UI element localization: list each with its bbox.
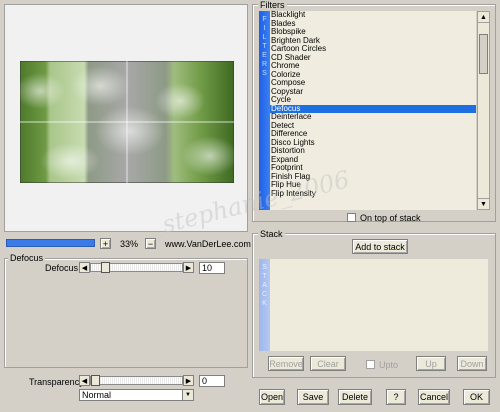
on-top-label: On top of stack — [360, 213, 421, 223]
filters-group-title: Filters — [258, 0, 287, 10]
strip-letter: A — [262, 282, 267, 289]
open-button[interactable]: Open — [259, 389, 285, 405]
defocus-slider-thumb[interactable] — [101, 262, 110, 273]
strip-letter: T — [262, 43, 267, 50]
down-button[interactable]: Down — [457, 356, 487, 371]
on-top-checkbox[interactable] — [347, 213, 356, 222]
defocus-slider[interactable] — [90, 262, 183, 273]
strip-letter: L — [262, 34, 267, 41]
upto-label: Upto — [379, 360, 399, 370]
defocus-increase-button[interactable]: ▶ — [183, 262, 194, 273]
chevron-down-icon[interactable]: ▼ — [182, 390, 193, 400]
zoom-in-button[interactable]: + — [100, 238, 111, 249]
transparency-increase-button[interactable]: ▶ — [183, 375, 194, 386]
transparency-slider-thumb[interactable] — [91, 375, 100, 386]
save-button[interactable]: Save — [297, 389, 329, 405]
filter-list-item[interactable]: Copystar — [270, 87, 476, 97]
filters-list[interactable]: Blacklight Blades Blobspike Brighten Dark Ca… — [270, 11, 476, 210]
defocus-decrease-button[interactable]: ◀ — [79, 262, 90, 273]
up-button[interactable]: Up — [416, 356, 446, 371]
strip-letter: R — [261, 61, 268, 68]
scroll-up-arrow[interactable]: ▲ — [478, 12, 489, 23]
clear-button[interactable]: Clear — [310, 356, 346, 371]
filter-list-item[interactable]: Cycle — [270, 95, 476, 105]
remove-button[interactable]: Remove — [268, 356, 304, 371]
stack-list[interactable] — [270, 259, 488, 351]
website-link[interactable]: www.VanDerLee.com — [165, 239, 251, 249]
filter-list-item[interactable]: Distortion — [270, 146, 476, 156]
defocus-param-label: Defocus — [45, 263, 79, 273]
preview-panel — [4, 4, 248, 232]
filter-list-item[interactable]: Blacklight — [270, 11, 476, 20]
upto-checkbox[interactable] — [366, 360, 375, 369]
strip-letter: S — [262, 70, 267, 77]
transparency-label: Transparency — [29, 377, 84, 387]
zoom-level: 33% — [120, 239, 139, 249]
filter-list-item[interactable]: Flip Intensity — [270, 189, 476, 199]
scroll-down-arrow[interactable]: ▼ — [478, 198, 489, 209]
strip-letter: I — [263, 25, 266, 32]
transparency-value-field[interactable]: 0 — [199, 375, 225, 387]
cancel-button[interactable]: Cancel — [418, 389, 450, 405]
strip-letter: K — [262, 300, 267, 307]
progress-bar — [6, 239, 95, 247]
strip-letter: E — [262, 52, 267, 59]
scroll-thumb[interactable] — [479, 34, 488, 74]
transparency-slider[interactable] — [90, 375, 183, 386]
delete-button[interactable]: Delete — [338, 389, 372, 405]
filters-vertical-strip: F I L T E R S — [259, 11, 270, 210]
stack-vertical-strip: S T A C K — [259, 259, 270, 351]
add-to-stack-button[interactable]: Add to stack — [352, 239, 408, 254]
filter-list-item[interactable]: CD Shader — [270, 53, 476, 63]
zoom-out-button[interactable]: − — [145, 238, 156, 249]
stack-group-title: Stack — [258, 229, 285, 239]
defocus-group-title: Defocus — [8, 253, 46, 263]
transparency-decrease-button[interactable]: ◀ — [79, 375, 90, 386]
filter-list-item[interactable]: Deinterlace — [270, 112, 476, 122]
defocus-value-field[interactable]: 10 — [199, 262, 225, 274]
strip-letter: T — [262, 273, 267, 280]
strip-letter: F — [262, 16, 267, 23]
strip-letter: C — [261, 291, 268, 298]
preview-image[interactable] — [20, 61, 234, 183]
defocus-group — [4, 258, 248, 368]
blend-mode-select[interactable]: Normal ▼ — [79, 389, 194, 401]
filter-list-item[interactable]: Chrome — [270, 61, 476, 71]
ok-button[interactable]: OK — [463, 389, 490, 405]
filters-scrollbar[interactable]: ▲ ▼ — [477, 11, 490, 210]
blend-mode-value: Normal — [82, 390, 112, 400]
strip-letter: S — [262, 264, 267, 271]
help-button[interactable]: ? — [386, 389, 406, 405]
